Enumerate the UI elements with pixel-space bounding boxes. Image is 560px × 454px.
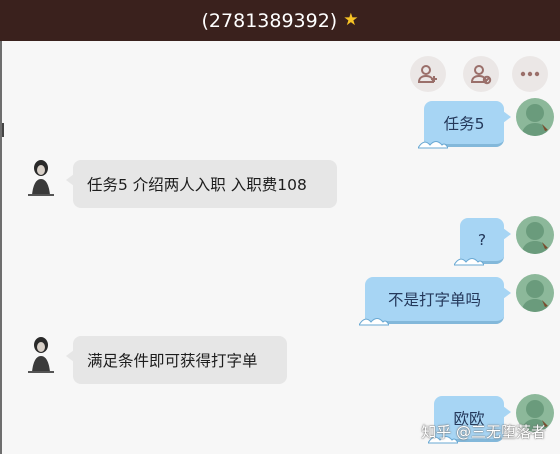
message-text: ? (477, 230, 487, 249)
watermark: 知乎 @三无堕落者 (421, 423, 546, 441)
block-user-icon (470, 65, 492, 85)
more-icon (520, 71, 540, 77)
block-user-button[interactable] (463, 56, 499, 92)
my-avatar[interactable] (516, 274, 554, 312)
contact-avatar[interactable] (24, 157, 58, 197)
message-bubble-incoming[interactable]: 任务5 介绍两人入职 入职费108 (66, 160, 337, 208)
message-bubble-outgoing[interactable]: 不是打字单吗 (359, 277, 511, 326)
avatar-image (521, 280, 549, 312)
message-text: 任务5 介绍两人入职 入职费108 (87, 176, 307, 194)
add-friend-icon (417, 65, 437, 83)
message-bubble-outgoing[interactable]: 任务5 (418, 101, 511, 149)
star-icon: ★ (343, 10, 359, 30)
avatar-image (521, 104, 549, 136)
avatar-image (28, 337, 54, 373)
resize-handle[interactable] (2, 123, 4, 137)
more-button[interactable] (512, 56, 548, 92)
contact-avatar[interactable] (24, 334, 58, 374)
chat-title: (2781389392) (201, 9, 338, 32)
wave-decoration (454, 258, 484, 266)
window-titlebar: (2781389392) ★ (0, 0, 560, 41)
my-avatar[interactable] (516, 216, 554, 254)
message-bubble-outgoing[interactable]: ? (454, 218, 511, 266)
my-avatar[interactable] (516, 98, 554, 136)
message-text: 满足条件即可获得打字单 (87, 352, 258, 370)
message-text: 不是打字单吗 (387, 291, 481, 309)
message-bubble-incoming[interactable]: 满足条件即可获得打字单 (66, 336, 287, 384)
wave-decoration (359, 318, 389, 326)
message-text: 任务5 (443, 114, 485, 133)
avatar-image (28, 160, 54, 196)
avatar-image (521, 222, 549, 254)
add-friend-button[interactable] (410, 56, 446, 92)
wave-decoration (418, 141, 448, 149)
